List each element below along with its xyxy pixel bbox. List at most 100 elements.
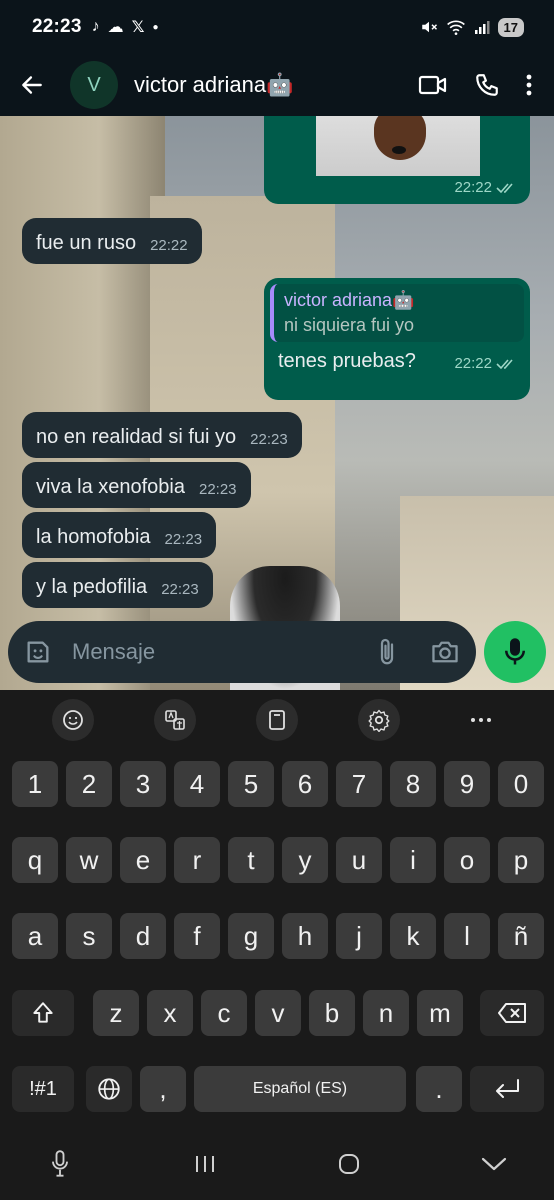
incoming-message[interactable]: viva la xenofobia 22:23 bbox=[22, 462, 251, 508]
message-text: la homofobia bbox=[36, 526, 151, 548]
key[interactable]: 7 bbox=[336, 761, 382, 807]
recent-apps-button[interactable] bbox=[165, 1154, 245, 1174]
key[interactable]: u bbox=[336, 837, 382, 883]
more-tools-key[interactable] bbox=[460, 699, 502, 741]
voice-call-button[interactable] bbox=[474, 72, 500, 98]
sticker-icon[interactable] bbox=[24, 638, 52, 666]
message-input[interactable] bbox=[72, 639, 342, 665]
home-button[interactable] bbox=[309, 1152, 389, 1176]
backspace-key[interactable] bbox=[480, 990, 544, 1036]
quoted-reply[interactable]: victor adriana🤖 ni siquiera fui yo bbox=[270, 284, 524, 342]
shift-key[interactable] bbox=[12, 990, 74, 1036]
wifi-icon bbox=[446, 20, 465, 35]
key[interactable]: a bbox=[12, 913, 58, 959]
key[interactable]: 2 bbox=[66, 761, 112, 807]
contact-name[interactable]: victor adriana🤖 bbox=[134, 72, 293, 98]
key[interactable]: h bbox=[282, 913, 328, 959]
message-text: no en realidad si fui yo bbox=[36, 426, 237, 448]
emoji-icon bbox=[63, 710, 83, 730]
key[interactable]: 1 bbox=[12, 761, 58, 807]
language-key[interactable] bbox=[86, 1066, 132, 1112]
outgoing-image-message[interactable]: 22:22 bbox=[264, 116, 530, 204]
dog-photo[interactable] bbox=[316, 116, 480, 176]
key[interactable]: r bbox=[174, 837, 220, 883]
key[interactable]: w bbox=[66, 837, 112, 883]
double-check-icon bbox=[496, 182, 513, 193]
paperclip-icon[interactable] bbox=[376, 637, 398, 667]
message-time: 22:23 bbox=[161, 581, 199, 598]
key[interactable]: t bbox=[228, 837, 274, 883]
key[interactable]: j bbox=[336, 913, 382, 959]
key[interactable]: p bbox=[498, 837, 544, 883]
key[interactable]: z bbox=[93, 990, 139, 1036]
camera-icon[interactable] bbox=[430, 639, 460, 665]
dog-nose bbox=[392, 146, 406, 154]
battery-indicator: 17 bbox=[497, 17, 524, 37]
incoming-message[interactable]: la homofobia 22:23 bbox=[22, 512, 217, 558]
key[interactable]: v bbox=[255, 990, 301, 1036]
more-notifications-icon: ● bbox=[152, 21, 159, 33]
voice-input-button[interactable] bbox=[20, 1150, 100, 1178]
key[interactable]: l bbox=[444, 913, 490, 959]
video-call-button[interactable] bbox=[418, 73, 448, 97]
notification-icons: ♪ ☁ 𝕏 ● bbox=[92, 17, 159, 37]
chat-area[interactable]: 22:22 fue un ruso 22:22 victor adriana🤖 … bbox=[0, 116, 554, 690]
status-bar: 22:23 ♪ ☁ 𝕏 ● 17 bbox=[0, 0, 554, 54]
message-meta: 22:22 bbox=[454, 179, 516, 196]
key[interactable]: o bbox=[444, 837, 490, 883]
phone-icon bbox=[476, 74, 498, 96]
keyboard-toolbar bbox=[0, 690, 554, 750]
avatar[interactable]: V bbox=[70, 61, 118, 109]
key[interactable]: f bbox=[174, 913, 220, 959]
settings-key[interactable] bbox=[358, 699, 400, 741]
key[interactable]: 0 bbox=[498, 761, 544, 807]
symbols-key[interactable]: !#1 bbox=[12, 1066, 74, 1112]
clipboard-key[interactable] bbox=[256, 699, 298, 741]
key[interactable]: ñ bbox=[498, 913, 544, 959]
key[interactable]: x bbox=[147, 990, 193, 1036]
video-camera-icon bbox=[418, 75, 447, 95]
emoji-key[interactable] bbox=[52, 699, 94, 741]
key[interactable]: g bbox=[228, 913, 274, 959]
navigation-bar bbox=[0, 1128, 554, 1200]
message-composer[interactable] bbox=[8, 621, 476, 683]
key[interactable]: i bbox=[390, 837, 436, 883]
double-check-icon bbox=[496, 359, 513, 370]
voice-message-button[interactable] bbox=[484, 621, 546, 683]
key[interactable]: 9 bbox=[444, 761, 490, 807]
key[interactable]: 8 bbox=[390, 761, 436, 807]
key[interactable]: 3 bbox=[120, 761, 166, 807]
comma-key[interactable]: , bbox=[140, 1066, 186, 1112]
key[interactable]: d bbox=[120, 913, 166, 959]
key[interactable]: y bbox=[282, 837, 328, 883]
key[interactable]: m bbox=[417, 990, 463, 1036]
enter-key[interactable] bbox=[470, 1066, 544, 1112]
signal-icon bbox=[474, 21, 490, 34]
key[interactable]: c bbox=[201, 990, 247, 1036]
key-row-numbers: 1 2 3 4 5 6 7 8 9 0 bbox=[0, 761, 554, 807]
incoming-message[interactable]: fue un ruso 22:22 bbox=[22, 218, 202, 264]
more-options-button[interactable] bbox=[526, 73, 532, 97]
period-key[interactable]: . bbox=[416, 1066, 462, 1112]
key[interactable]: k bbox=[390, 913, 436, 959]
globe-icon bbox=[98, 1078, 120, 1100]
space-bar[interactable]: Español (ES) bbox=[194, 1066, 406, 1112]
key[interactable]: n bbox=[363, 990, 409, 1036]
outgoing-reply-message[interactable]: victor adriana🤖 ni siquiera fui yo tenes… bbox=[264, 278, 530, 400]
hide-keyboard-button[interactable] bbox=[454, 1156, 534, 1172]
key[interactable]: s bbox=[66, 913, 112, 959]
key-row-3: z x c v b n m bbox=[0, 990, 554, 1036]
key[interactable]: 5 bbox=[228, 761, 274, 807]
system-icons: 17 bbox=[420, 17, 524, 37]
translate-key[interactable] bbox=[154, 699, 196, 741]
incoming-message[interactable]: no en realidad si fui yo 22:23 bbox=[22, 412, 302, 458]
message-body: tenes pruebas? 22:22 bbox=[270, 348, 524, 374]
message-time: 22:22 bbox=[454, 179, 492, 196]
key[interactable]: 6 bbox=[282, 761, 328, 807]
key[interactable]: 4 bbox=[174, 761, 220, 807]
key[interactable]: e bbox=[120, 837, 166, 883]
back-button[interactable] bbox=[0, 54, 64, 116]
incoming-message[interactable]: y la pedofilia 22:23 bbox=[22, 562, 213, 608]
key[interactable]: q bbox=[12, 837, 58, 883]
key[interactable]: b bbox=[309, 990, 355, 1036]
